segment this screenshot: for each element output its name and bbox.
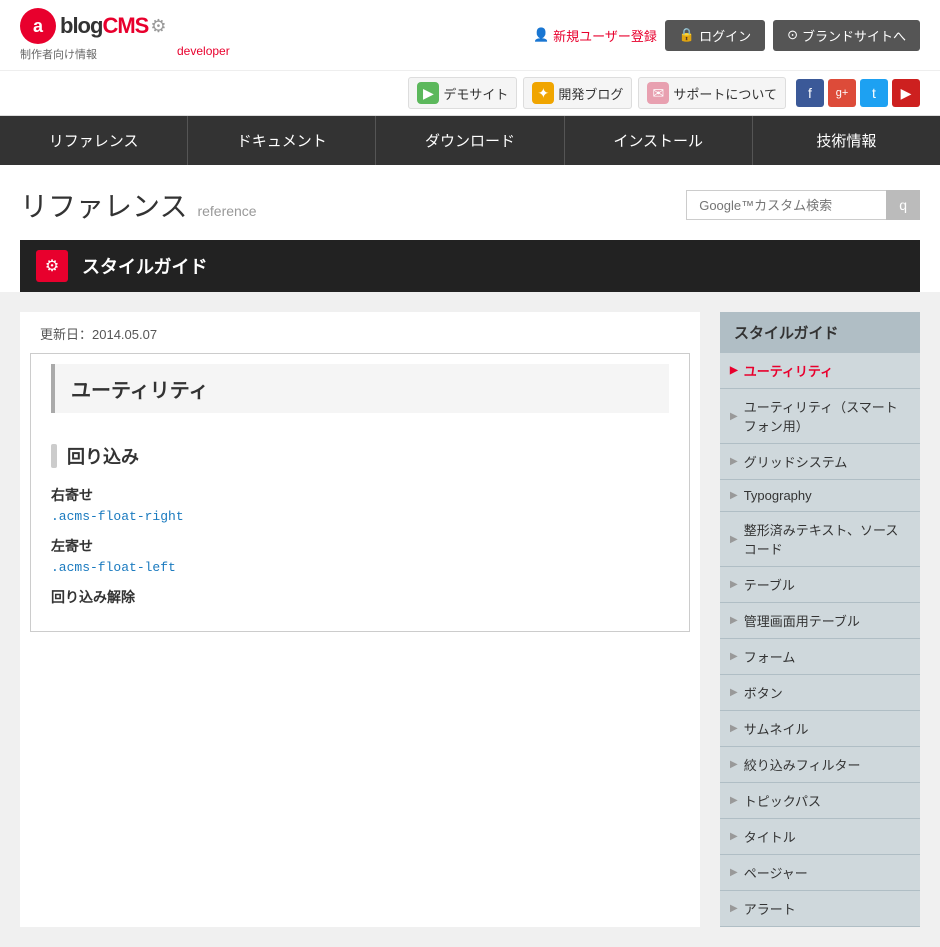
sidebar-item-button[interactable]: ▶ ボタン: [720, 675, 920, 711]
page-title-area: リファレンス reference: [20, 185, 257, 225]
sidebar-item-title[interactable]: ▶ タイトル: [720, 819, 920, 855]
content-body: ユーティリティ 回り込み 右寄せ .acms-float-right 左寄せ .…: [30, 353, 690, 632]
sidebar-item-grid[interactable]: ▶ グリッドシステム: [720, 444, 920, 480]
brand-button[interactable]: ⊙ ブランドサイトへ: [773, 20, 920, 51]
login-button[interactable]: 🔒 ログイン: [665, 20, 765, 51]
page-title: リファレンス: [20, 185, 187, 225]
logo-dev-text: developer: [177, 44, 230, 62]
sidebar-item-pager[interactable]: ▶ ページャー: [720, 855, 920, 891]
nav-tech[interactable]: 技術情報: [753, 116, 940, 165]
sidebar-item-utility-sp[interactable]: ▶ ユーティリティ（スマートフォン用）: [720, 389, 920, 444]
arrow-icon: ▶: [730, 411, 738, 422]
arrow-icon: ▶: [730, 456, 738, 467]
update-date: 更新日：2014.05.07: [20, 312, 700, 353]
support-icon: ✉: [647, 82, 669, 104]
youtube-icon[interactable]: ▶: [892, 79, 920, 107]
gear-icon: ⚙: [150, 16, 166, 37]
arrow-icon: ▶: [730, 795, 738, 806]
sidebar-item-thumbnail[interactable]: ▶ サムネイル: [720, 711, 920, 747]
arrow-icon: ▶: [730, 723, 738, 734]
arrow-icon: ▶: [730, 615, 738, 626]
twitter-icon[interactable]: t: [860, 79, 888, 107]
main-content: 更新日：2014.05.07 ユーティリティ 回り込み 右寄せ .acms-fl…: [20, 312, 700, 927]
arrow-icon: ▶: [730, 651, 738, 662]
sidebar-item-admin-table[interactable]: ▶ 管理画面用テーブル: [720, 603, 920, 639]
content-wrapper: 更新日：2014.05.07 ユーティリティ 回り込み 右寄せ .acms-fl…: [0, 292, 940, 947]
sidebar-item-utility[interactable]: ▶ ユーティリティ: [720, 353, 920, 389]
content-label-right: 右寄せ: [51, 485, 669, 505]
quick-link-blog[interactable]: ✦ 開発ブログ: [523, 77, 632, 109]
page-header: リファレンス reference q: [0, 165, 940, 240]
arrow-icon: ▶: [730, 579, 738, 590]
content-code-left: .acms-float-left: [51, 560, 669, 575]
quick-link-demo[interactable]: ▶ デモサイト: [408, 77, 517, 109]
arrow-icon: ▶: [730, 867, 738, 878]
section-title: スタイルガイド: [82, 253, 207, 279]
nav-download[interactable]: ダウンロード: [376, 116, 564, 165]
sidebar-item-preformatted[interactable]: ▶ 整形済みテキスト、ソースコード: [720, 512, 920, 567]
content-code-right: .acms-float-right: [51, 509, 669, 524]
sidebar-menu: ▶ ユーティリティ ▶ ユーティリティ（スマートフォン用） ▶ グリッドシステム…: [720, 353, 920, 927]
content-label-clear: 回り込み解除: [51, 587, 669, 607]
header-top: a blog CMS ⚙ 制作者向け情報 developer 👤 新規ユーザー登…: [0, 0, 940, 71]
arrow-icon: ▶: [730, 831, 738, 842]
search-input[interactable]: [686, 190, 886, 220]
sidebar-item-form[interactable]: ▶ フォーム: [720, 639, 920, 675]
arrow-icon: ▶: [730, 903, 738, 914]
sidebar-item-filter[interactable]: ▶ 絞り込みフィルター: [720, 747, 920, 783]
social-icons-group: f g+ t ▶: [796, 79, 920, 107]
logo-sub-text: 制作者向け情報: [20, 46, 97, 62]
arrow-icon: ▶: [730, 490, 738, 501]
brand-icon: ⊙: [787, 27, 798, 43]
main-nav: リファレンス ドキュメント ダウンロード インストール 技術情報: [0, 116, 940, 165]
logo-blog-text: blog: [60, 13, 102, 39]
blog-icon: ✦: [532, 82, 554, 104]
search-area: q: [686, 190, 920, 220]
sidebar: スタイルガイド ▶ ユーティリティ ▶ ユーティリティ（スマートフォン用） ▶ …: [720, 312, 920, 927]
logo-cms-text: CMS: [102, 13, 148, 39]
arrow-icon: ▶: [730, 534, 738, 545]
arrow-icon: ▶: [730, 759, 738, 770]
arrow-icon: ▶: [730, 687, 738, 698]
facebook-icon[interactable]: f: [796, 79, 824, 107]
demo-icon: ▶: [417, 82, 439, 104]
nav-install[interactable]: インストール: [565, 116, 753, 165]
sidebar-title: スタイルガイド: [720, 312, 920, 353]
quick-links-bar: ▶ デモサイト ✦ 開発ブログ ✉ サポートについて f g+ t ▶: [0, 71, 940, 116]
user-icon: 👤: [533, 27, 549, 43]
content-label-left: 左寄せ: [51, 536, 669, 556]
nav-document[interactable]: ドキュメント: [188, 116, 376, 165]
subsection-title: 回り込み: [51, 433, 669, 469]
search-button[interactable]: q: [886, 190, 920, 220]
section-gear-icon: ⚙: [36, 250, 68, 282]
logo-a-circle: a: [20, 8, 56, 44]
sidebar-item-breadcrumb[interactable]: ▶ トピックパス: [720, 783, 920, 819]
logo-main: a blog CMS ⚙: [20, 8, 230, 44]
register-button[interactable]: 👤 新規ユーザー登録: [533, 26, 657, 45]
nav-reference[interactable]: リファレンス: [0, 116, 188, 165]
content-main-title: ユーティリティ: [51, 364, 669, 413]
sidebar-item-typography[interactable]: ▶ Typography: [720, 480, 920, 512]
logo-area: a blog CMS ⚙ 制作者向け情報 developer: [20, 8, 230, 62]
sidebar-item-alert[interactable]: ▶ アラート: [720, 891, 920, 927]
section-header: ⚙ スタイルガイド: [20, 240, 920, 292]
page-title-en: reference: [197, 203, 256, 219]
sidebar-item-table[interactable]: ▶ テーブル: [720, 567, 920, 603]
search-icon: q: [899, 197, 907, 213]
lock-icon: 🔒: [679, 27, 695, 43]
header-right-actions: 👤 新規ユーザー登録 🔒 ログイン ⊙ ブランドサイトへ: [533, 20, 920, 51]
quick-link-support[interactable]: ✉ サポートについて: [638, 77, 786, 109]
subsection-icon: [51, 444, 57, 468]
google-plus-icon[interactable]: g+: [828, 79, 856, 107]
active-arrow-icon: ▶: [730, 365, 738, 376]
